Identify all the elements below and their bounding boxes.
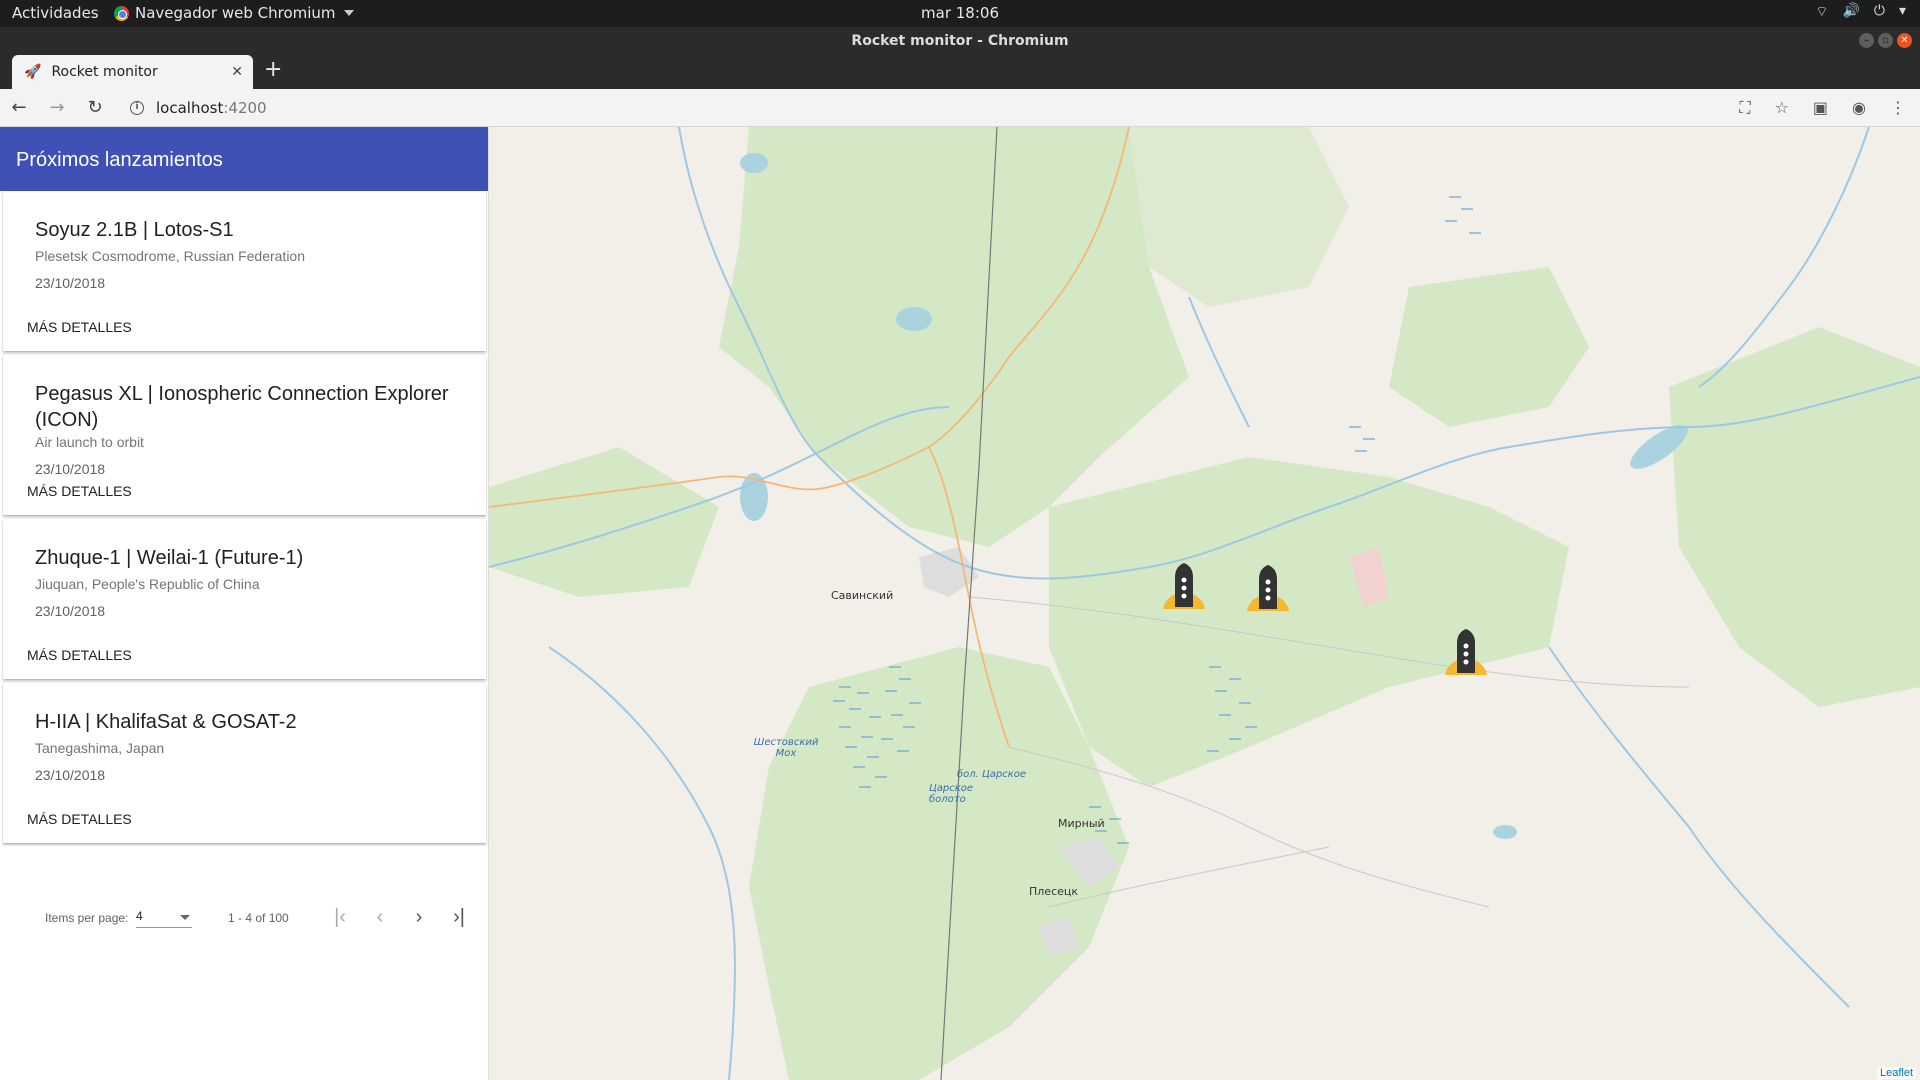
maximize-button[interactable]: ▫ [1878,33,1893,48]
place-label: Мирный [1058,817,1105,830]
tab-title: Rocket monitor [51,64,158,80]
launch-title: Pegasus XL | Ionospheric Connection Expl… [35,383,449,431]
rocket-icon [1163,563,1205,609]
account-icon[interactable]: ◉ [1852,98,1866,118]
paginator: Items per page: 4 1 - 4 of 100 |‹ ‹ › ›| [0,895,489,945]
translate-icon[interactable]: ⛶ [1739,98,1750,118]
page-size-value: 4 [136,909,143,923]
menu-kebab-icon[interactable]: ⋮ [1890,98,1906,118]
address-bar[interactable]: localhost:4200 [156,99,267,117]
extension-icon[interactable]: ▣ [1813,98,1828,118]
forward-button[interactable]: → [38,97,76,118]
first-page-button[interactable]: |‹ [325,903,355,933]
system-clock[interactable]: mar 18:06 [0,4,1920,22]
next-page-button[interactable]: › [404,903,434,933]
system-top-bar: Actividades Navegador web Chromium mar 1… [0,0,1920,27]
launch-location: Jiuquan, People's Republic of China [35,576,260,592]
launch-location: Tanegashima, Japan [35,740,165,756]
wifi-icon: ⌔ [1815,4,1829,20]
launch-card: Soyuz 2.1B | Lotos-S1 Plesetsk Cosmodrom… [3,191,486,351]
rocket-icon: 🚀 [24,64,42,80]
more-details-button[interactable]: MÁS DETALLES [27,319,132,335]
marsh-label: Шестовский Мох [753,737,819,759]
site-info-icon[interactable]: i [130,100,144,115]
page-size-select[interactable]: 4 [136,907,192,928]
chevron-down-icon: ▾ [1898,3,1906,19]
system-tray[interactable]: ⌔ 🔊 ⏻ ▾ [1815,3,1906,21]
rocket-icon [1247,565,1289,611]
launch-card: H-IIA | KhalifaSat & GOSAT-2 Tanegashima… [3,683,486,843]
launch-title: H-IIA | KhalifaSat & GOSAT-2 [35,711,297,733]
rocket-marker[interactable] [1161,563,1207,611]
new-tab-button[interactable]: + [264,57,282,82]
launch-title: Soyuz 2.1B | Lotos-S1 [35,219,234,241]
launch-date: 23/10/2018 [35,603,106,619]
launch-date: 23/10/2018 [35,767,106,783]
last-page-button[interactable]: ›| [444,903,474,933]
bookmark-star-icon[interactable]: ☆ [1775,98,1789,118]
map-attribution-link[interactable]: Leaflet [1876,1067,1916,1079]
launch-location: Air launch to orbit [35,434,144,450]
launch-date: 23/10/2018 [35,275,106,291]
url-port: :4200 [223,98,267,117]
back-button[interactable]: ← [0,97,38,118]
place-label: Плесецк [1029,885,1079,898]
page-content: Próximos lanzamientos Soyuz 2.1B | Lotos… [0,127,1920,1080]
reload-button[interactable]: ↻ [76,97,114,118]
window-title: Rocket monitor - Chromium [851,33,1069,49]
launch-map[interactable]: Савинский Мирный Плесецк Шестовский Мох … [489,127,1920,1080]
more-details-button[interactable]: MÁS DETALLES [27,811,132,827]
close-tab-icon[interactable]: ✕ [231,64,243,80]
close-window-button[interactable]: ✕ [1897,33,1912,48]
launch-card: Zhuque-1 | Weilai-1 (Future-1) Jiuquan, … [3,519,486,679]
marsh-label: бол. Царское [957,769,1027,780]
marsh-label: Царское болото [929,783,974,805]
items-per-page-label: Items per page: [45,911,129,925]
minimize-button[interactable]: – [1859,33,1874,48]
launch-date: 23/10/2018 [35,461,106,477]
rocket-icon [1445,629,1487,675]
power-icon: ⏻ [1873,3,1885,19]
tab-rocket-monitor[interactable]: 🚀 Rocket monitor ✕ [12,55,253,89]
launch-title: Zhuque-1 | Weilai-1 (Future-1) [35,547,304,569]
browser-toolbar: ← → ↻ i localhost:4200 ⛶ ☆ ▣ ◉ ⋮ [0,89,1920,127]
rocket-marker[interactable] [1245,565,1291,613]
tab-strip: 🚀 Rocket monitor ✕ + [0,55,1920,89]
launch-location: Plesetsk Cosmodrome, Russian Federation [35,248,306,264]
sidebar-title: Próximos lanzamientos [0,127,488,191]
url-host: localhost [156,98,224,117]
volume-icon: 🔊 [1842,3,1860,19]
previous-page-button[interactable]: ‹ [365,903,395,933]
launch-sidebar: Próximos lanzamientos Soyuz 2.1B | Lotos… [0,127,489,1080]
rocket-marker[interactable] [1443,629,1489,677]
chevron-down-icon [180,915,190,920]
launch-card: Pegasus XL | Ionospheric Connection Expl… [3,355,486,515]
window-title-bar: Rocket monitor - Chromium – ▫ ✕ [0,27,1920,55]
more-details-button[interactable]: MÁS DETALLES [27,483,132,499]
more-details-button[interactable]: MÁS DETALLES [27,647,132,663]
page-range: 1 - 4 of 100 [228,911,289,925]
place-label: Савинский [831,589,894,602]
